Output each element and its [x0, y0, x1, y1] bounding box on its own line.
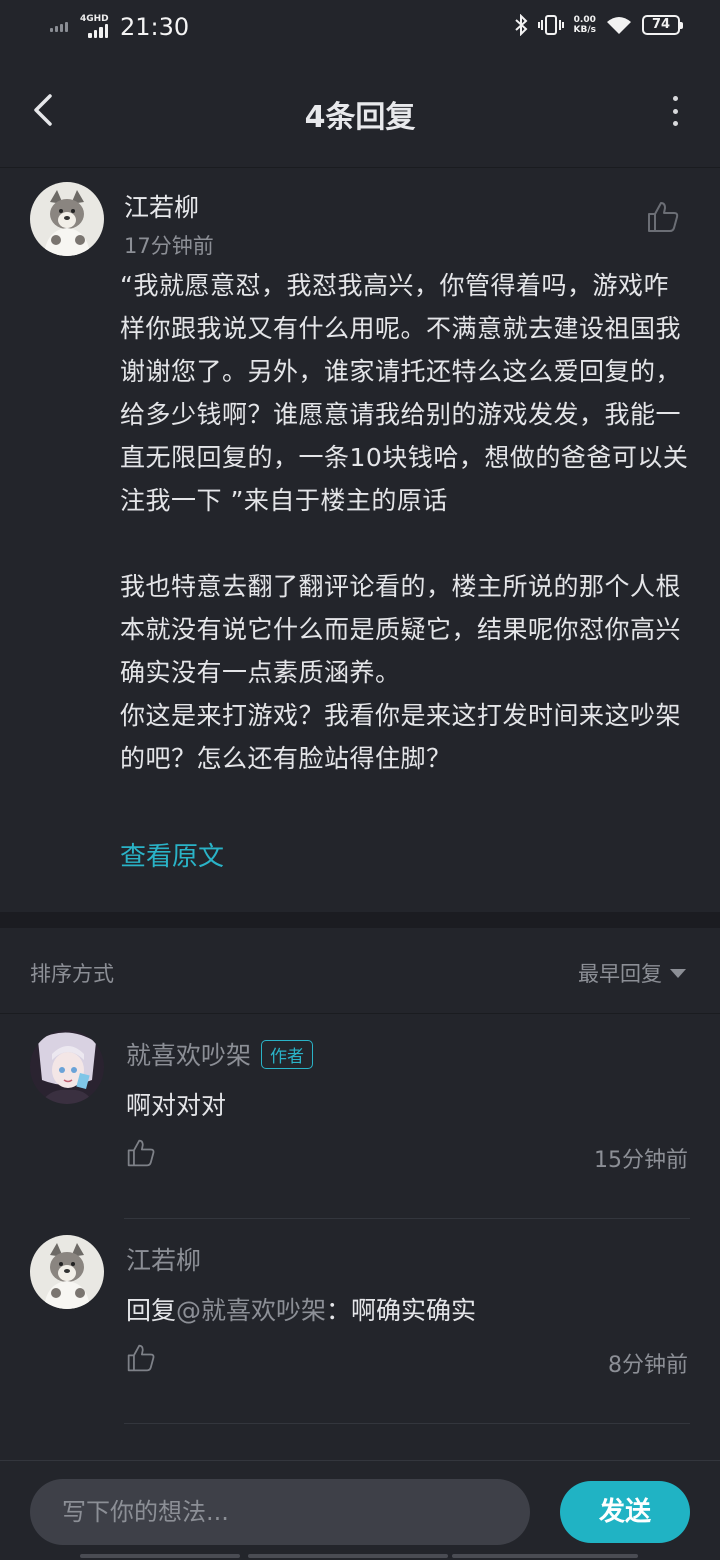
more-dot-icon: [672, 121, 678, 126]
view-original-link[interactable]: 查看原文: [120, 836, 224, 873]
reply-author-row: 就喜欢吵架 作者: [126, 1036, 314, 1072]
network-type: 4GHD: [80, 14, 109, 24]
comment-input[interactable]: 写下你的想法...: [30, 1479, 530, 1545]
send-button[interactable]: 发送: [560, 1481, 690, 1543]
reply-timestamp: 8分钟前: [608, 1353, 688, 1378]
signal-sim2-icon: [50, 22, 68, 32]
wolf-avatar-image: [30, 182, 104, 256]
thumbs-up-icon: [648, 202, 679, 232]
like-button[interactable]: [126, 1138, 156, 1168]
comment-author[interactable]: 江若柳: [124, 188, 199, 224]
more-dot-icon: [672, 96, 678, 101]
reply-author-row: 江若柳: [126, 1241, 201, 1277]
status-bar: 4GHD 21:30 0.00 KB/s 74: [0, 0, 720, 56]
anime-girl-avatar-image: [30, 1030, 104, 1104]
section-divider: [0, 912, 720, 928]
reply-item: 就喜欢吵架 作者 啊对对对 15分钟前: [0, 1014, 720, 1219]
reply-author[interactable]: 江若柳: [126, 1241, 201, 1277]
sort-label: 排序方式: [30, 962, 114, 986]
comment-composer: 写下你的想法... 发送: [0, 1460, 720, 1560]
reply-colon: ：: [326, 1296, 352, 1325]
avatar[interactable]: [30, 1235, 104, 1309]
more-dot-icon: [672, 108, 678, 114]
page-title: 4条回复: [304, 100, 416, 135]
reply-author[interactable]: 就喜欢吵架: [126, 1036, 251, 1072]
caret-down-icon: [670, 968, 686, 978]
avatar[interactable]: [30, 1030, 104, 1104]
divider: [124, 1423, 690, 1424]
clock: 21:30: [120, 13, 190, 41]
gesture-bar-segment: [452, 1554, 638, 1558]
reply-prefix: 回复: [126, 1296, 177, 1325]
comment-timestamp: 17分钟前: [124, 234, 214, 258]
gesture-bar-segment: [80, 1554, 240, 1558]
status-icons: 0.00 KB/s 74: [514, 14, 683, 36]
sort-dropdown[interactable]: 最早回复: [578, 958, 686, 988]
net-speed: 0.00 KB/s: [574, 15, 596, 35]
app-header: 4条回复: [0, 56, 720, 168]
more-options-button[interactable]: [670, 96, 680, 126]
battery-icon: 74: [642, 15, 683, 35]
reply-timestamp: 15分钟前: [594, 1148, 688, 1173]
thumbs-up-icon: [127, 1344, 155, 1372]
sort-row: 排序方式 最早回复: [0, 928, 720, 1014]
reply-item: 江若柳 回复@就喜欢吵架：啊确实确实 8分钟前: [0, 1219, 720, 1424]
reply-content: 啊确实确实: [351, 1296, 477, 1325]
signal-sim1-icon: [88, 24, 108, 38]
net-speed-unit: KB/s: [573, 25, 596, 35]
comment-body: “我就愿意怼，我怼我高兴，你管得着吗，游戏咋样你跟我说又有什么用呢。不满意就去建…: [120, 271, 689, 773]
gesture-bar-segment: [248, 1554, 448, 1558]
vibrate-icon: [537, 15, 564, 35]
sort-selected-value: 最早回复: [578, 962, 662, 986]
reply-text: 回复@就喜欢吵架：啊确实确实: [126, 1291, 476, 1327]
net-speed-value: 0.00: [573, 15, 596, 25]
bluetooth-icon: [514, 14, 527, 36]
like-button[interactable]: [126, 1343, 156, 1373]
thumbs-up-icon: [127, 1139, 155, 1167]
wolf-avatar-image: [30, 1235, 104, 1309]
wifi-icon: [607, 17, 631, 34]
author-badge: 作者: [261, 1039, 314, 1069]
avatar[interactable]: [30, 182, 104, 256]
reply-text: 啊对对对: [126, 1091, 227, 1120]
mention-link[interactable]: @就喜欢吵架: [176, 1296, 326, 1325]
like-button[interactable]: [646, 200, 680, 234]
main-comment: 江若柳 17分钟前 “我就愿意怼，我怼我高兴，你管得着吗，游戏咋样你跟我说又有什…: [0, 168, 720, 912]
